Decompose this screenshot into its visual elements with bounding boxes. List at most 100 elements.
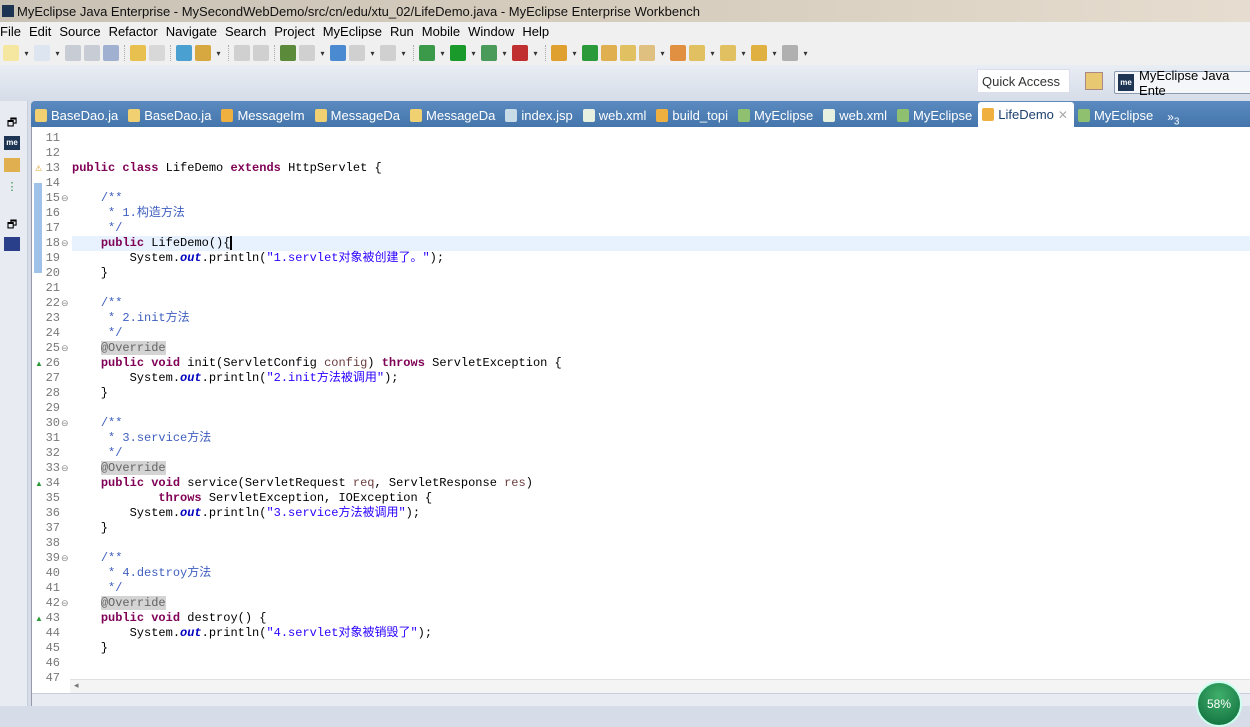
- toolbar-tool-icon-6[interactable]: [130, 45, 146, 61]
- editor-tab-lifedemo[interactable]: LifeDemo ✕: [978, 102, 1074, 127]
- package-explorer-icon[interactable]: [4, 158, 20, 172]
- dropdown-arrow-icon[interactable]: ▾: [658, 49, 667, 58]
- toolbar-tool-icon-29[interactable]: [620, 45, 636, 61]
- editor-tab-messageim[interactable]: MessageIm: [217, 103, 310, 127]
- dropdown-arrow-icon[interactable]: ▾: [53, 49, 62, 58]
- dropdown-arrow-icon[interactable]: ▾: [570, 49, 579, 58]
- quick-access-input[interactable]: Quick Access: [977, 69, 1070, 93]
- toolbar-tool-icon-27[interactable]: [582, 45, 598, 61]
- toolbar-tool-icon-34[interactable]: [751, 45, 767, 61]
- toolbar-tool-icon-18[interactable]: [349, 45, 365, 61]
- toolbar-tool-icon-26[interactable]: [551, 45, 567, 61]
- dropdown-arrow-icon[interactable]: ▾: [318, 49, 327, 58]
- toolbar-tool-icon-4[interactable]: [103, 45, 119, 61]
- horizontal-scrollbar[interactable]: ◂: [70, 679, 1250, 693]
- line-number: 18: [45, 236, 60, 250]
- browser-icon: [1077, 108, 1090, 122]
- fold-collapse-icon[interactable]: ⊖: [61, 191, 69, 206]
- fold-collapse-icon[interactable]: ⊖: [61, 341, 69, 356]
- toolbar-tool-icon-24[interactable]: [512, 45, 528, 61]
- open-perspective-icon[interactable]: [1085, 72, 1103, 90]
- hierarchy-icon[interactable]: ⋮: [4, 180, 20, 194]
- toolbar-tool-icon-23[interactable]: [481, 45, 497, 61]
- toolbar-tool-icon-10[interactable]: [195, 45, 211, 61]
- dropdown-arrow-icon[interactable]: ▾: [739, 49, 748, 58]
- editor-tab-messageda[interactable]: MessageDa: [311, 103, 406, 127]
- editor-tab-messageda[interactable]: MessageDa: [406, 103, 501, 127]
- dropdown-arrow-icon[interactable]: ▾: [801, 49, 810, 58]
- fold-collapse-icon[interactable]: ⊖: [61, 461, 69, 476]
- editor-tab-web-xml[interactable]: web.xml: [819, 103, 893, 127]
- line-number: 36: [45, 506, 60, 520]
- toolbar-tool-icon-17[interactable]: [330, 45, 346, 61]
- menu-navigate[interactable]: Navigate: [166, 24, 224, 39]
- editor-tab-basedao-ja[interactable]: BaseDao.ja: [124, 103, 217, 127]
- menu-refactor[interactable]: Refactor: [109, 24, 165, 39]
- fold-collapse-icon[interactable]: ⊖: [61, 416, 69, 431]
- dropdown-arrow-icon[interactable]: ▾: [399, 49, 408, 58]
- dropdown-arrow-icon[interactable]: ▾: [214, 49, 223, 58]
- editor-tab-basedao-ja[interactable]: BaseDao.ja: [31, 103, 124, 127]
- menu-project[interactable]: Project: [274, 24, 321, 39]
- warning-marker-icon: ⚠: [35, 164, 43, 173]
- toolbar-tool-icon-1[interactable]: [34, 45, 50, 61]
- toolbar-tool-icon-31[interactable]: [670, 45, 686, 61]
- toolbar-tool-icon-12[interactable]: [234, 45, 250, 61]
- toolbar-tool-icon-32[interactable]: [689, 45, 705, 61]
- dropdown-arrow-icon[interactable]: ▾: [500, 49, 509, 58]
- editor-tab-web-xml[interactable]: web.xml: [579, 103, 653, 127]
- menu-run[interactable]: Run: [390, 24, 421, 39]
- menu-myeclipse[interactable]: MyEclipse: [323, 24, 389, 39]
- code-line: public void init(ServletConfig config) t…: [72, 356, 1250, 371]
- editor-tab-build-topi[interactable]: build_topi: [652, 103, 734, 127]
- toolbar-tool-icon-22[interactable]: [450, 45, 466, 61]
- toolbar-tool-icon-21[interactable]: [419, 45, 435, 61]
- toolbar-tool-icon-7[interactable]: [149, 45, 165, 61]
- dropdown-arrow-icon[interactable]: ▾: [770, 49, 779, 58]
- toolbar-separator: [228, 45, 229, 61]
- toolbar-tool-icon-9[interactable]: [176, 45, 192, 61]
- restore-icon[interactable]: 🗗: [4, 114, 20, 129]
- menu-edit[interactable]: Edit: [29, 24, 58, 39]
- menu-search[interactable]: Search: [225, 24, 273, 39]
- myeclipse-view-icon[interactable]: me: [4, 136, 20, 150]
- dropdown-arrow-icon[interactable]: ▾: [708, 49, 717, 58]
- toolbar-tool-icon-30[interactable]: [639, 45, 655, 61]
- menu-window[interactable]: Window: [468, 24, 521, 39]
- code-editor[interactable]: 11 12 13 ⚠ 14 15 ⊖ 16 17 18 ⊖ 19 20 21 22 ⊖ 23 24 25 ⊖ 26 ▲ 27…: [31, 127, 1250, 706]
- editor-tab-myeclipse[interactable]: MyEclipse: [1074, 103, 1159, 127]
- menu-help[interactable]: Help: [522, 24, 556, 39]
- perspective-button[interactable]: me MyEclipse Java Ente: [1114, 68, 1250, 98]
- toolbar-tool-icon-15[interactable]: [280, 45, 296, 61]
- dropdown-arrow-icon[interactable]: ▾: [531, 49, 540, 58]
- image-view-icon[interactable]: [4, 237, 20, 251]
- toolbar-tool-icon-33[interactable]: [720, 45, 736, 61]
- toolbar-tool-icon-13[interactable]: [253, 45, 269, 61]
- dropdown-arrow-icon[interactable]: ▾: [469, 49, 478, 58]
- dropdown-arrow-icon[interactable]: ▾: [22, 49, 31, 58]
- toolbar-tool-icon-3[interactable]: [84, 45, 100, 61]
- menu-file[interactable]: File: [0, 24, 28, 39]
- tab-overflow-button[interactable]: »3: [1159, 111, 1179, 127]
- editor-tab-myeclipse[interactable]: MyEclipse: [734, 103, 819, 127]
- editor-tab-myeclipse[interactable]: MyEclipse: [893, 103, 978, 127]
- toolbar-tool-icon-0[interactable]: [3, 45, 19, 61]
- code-line: System.out.println("4.servlet对象被销毁了");: [72, 626, 1250, 641]
- restore-icon-2[interactable]: 🗗: [4, 216, 20, 231]
- toolbar-tool-icon-2[interactable]: [65, 45, 81, 61]
- toolbar-tool-icon-35[interactable]: [782, 45, 798, 61]
- fold-collapse-icon[interactable]: ⊖: [61, 236, 69, 251]
- window-title: MyEclipse Java Enterprise - MySecondWebD…: [17, 3, 701, 19]
- fold-collapse-icon[interactable]: ⊖: [61, 551, 69, 566]
- close-tab-icon[interactable]: ✕: [1058, 108, 1068, 122]
- menu-source[interactable]: Source: [59, 24, 107, 39]
- fold-collapse-icon[interactable]: ⊖: [61, 596, 69, 611]
- dropdown-arrow-icon[interactable]: ▾: [368, 49, 377, 58]
- toolbar-tool-icon-28[interactable]: [601, 45, 617, 61]
- toolbar-tool-icon-16[interactable]: [299, 45, 315, 61]
- fold-collapse-icon[interactable]: ⊖: [61, 296, 69, 311]
- toolbar-tool-icon-19[interactable]: [380, 45, 396, 61]
- editor-tab-index-jsp[interactable]: index.jsp: [501, 103, 578, 127]
- dropdown-arrow-icon[interactable]: ▾: [438, 49, 447, 58]
- menu-mobile[interactable]: Mobile: [422, 24, 467, 39]
